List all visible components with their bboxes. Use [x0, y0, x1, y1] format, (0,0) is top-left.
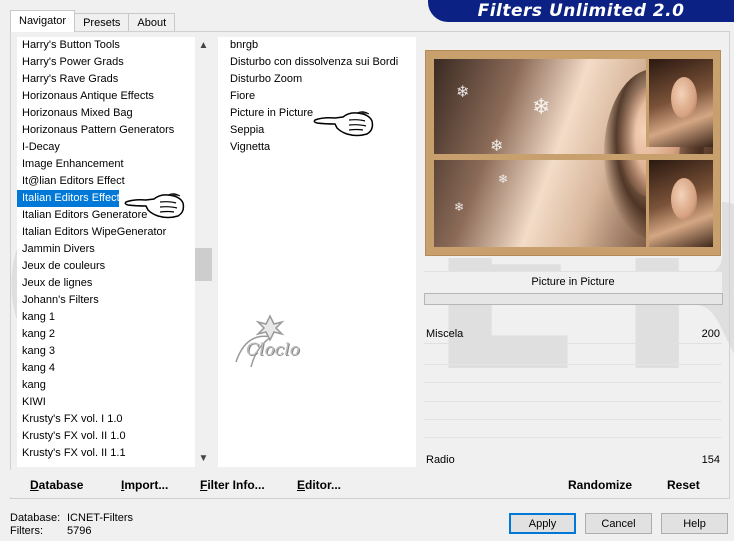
status-info: Database: ICNET-Filters Filters: 5796 — [10, 512, 133, 538]
app-title-banner: Filters Unlimited 2.0 — [428, 0, 734, 22]
category-item[interactable]: Jeux de lignes — [17, 275, 195, 292]
tab-about[interactable]: About — [128, 13, 176, 32]
reset-button[interactable]: Reset — [667, 478, 700, 492]
pointing-hand-icon — [313, 111, 374, 137]
tab-presets[interactable]: Presets — [74, 13, 130, 32]
slider-radio[interactable]: Radio 154 — [424, 450, 722, 470]
category-item[interactable]: Jeux de couleurs — [17, 258, 195, 275]
slider-label: Radio — [426, 454, 455, 466]
category-item[interactable]: It@lian Editors Effect — [17, 173, 195, 190]
parameter-sliders: Miscela 200 Radio 154 — [424, 322, 722, 470]
category-item[interactable]: Italian Editors Effect — [17, 190, 120, 207]
slider-empty — [424, 419, 722, 420]
slider-empty — [424, 437, 722, 438]
filter-item[interactable]: Fiore — [218, 88, 416, 105]
slider-empty — [424, 364, 722, 365]
database-button[interactable]: Database — [30, 478, 83, 492]
category-item[interactable]: Johann's Filters — [17, 292, 195, 309]
filter-list[interactable]: bnrgb Disturbo con dissolvenza sui Bordi D… — [218, 37, 416, 467]
filter-item[interactable]: Disturbo con dissolvenza sui Bordi — [218, 54, 416, 71]
category-item[interactable]: Harry's Button Tools — [17, 37, 195, 54]
slider-label: Miscela — [426, 328, 464, 340]
filter-item[interactable]: Disturbo Zoom — [218, 71, 416, 88]
category-item[interactable]: kang 3 — [17, 343, 195, 360]
cancel-button[interactable]: Cancel — [585, 513, 652, 534]
category-item[interactable]: Italian Editors WipeGenerator — [17, 224, 195, 241]
category-item[interactable]: Harry's Power Grads — [17, 54, 195, 71]
scroll-thumb[interactable] — [195, 248, 212, 281]
slider-value: 154 — [701, 454, 720, 466]
scroll-up-icon[interactable]: ▲ — [195, 37, 212, 54]
import-button[interactable]: Import... — [121, 478, 168, 492]
category-item[interactable]: Krusty's FX vol. II 1.1 — [17, 445, 195, 462]
filters-count: 5796 — [67, 525, 92, 537]
category-item[interactable]: Krusty's FX vol. I 1.0 — [17, 411, 195, 428]
filter-item[interactable]: Vignetta — [218, 139, 416, 156]
filter-name-header: Picture in Picture — [424, 271, 722, 294]
category-item[interactable]: Krusty's FX vol. II 1.0 — [17, 428, 195, 445]
filter-info-button[interactable]: Filter Info... — [200, 478, 265, 492]
tab-bar: Navigator Presets About — [10, 10, 176, 32]
randomize-button[interactable]: Randomize — [568, 478, 632, 492]
slider-empty — [424, 401, 722, 402]
category-scrollbar[interactable]: ▲ ▼ — [195, 37, 212, 467]
preview-progress-bar — [424, 293, 723, 305]
category-item[interactable]: KIWI — [17, 394, 195, 411]
editor-button[interactable]: Editor... — [297, 478, 341, 492]
category-item[interactable]: kang 2 — [17, 326, 195, 343]
database-label: Database: — [10, 512, 61, 524]
category-item[interactable]: I-Decay — [17, 139, 195, 156]
filters-label: Filters: — [10, 525, 43, 537]
category-item[interactable]: kang — [17, 377, 195, 394]
category-item[interactable]: Image Enhancement — [17, 156, 195, 173]
preview-image: ❄ ❄ ❄ ❄ ❄ — [425, 50, 721, 256]
category-item[interactable]: Horizonaus Pattern Generators — [17, 122, 195, 139]
category-item[interactable]: Jammin Divers — [17, 241, 195, 258]
slider-value: 200 — [701, 328, 720, 340]
logo-text: Cloclo — [246, 340, 300, 360]
help-button[interactable]: Help — [661, 513, 728, 534]
filter-item[interactable]: bnrgb — [218, 37, 416, 54]
scroll-down-icon[interactable]: ▼ — [195, 450, 212, 467]
right-button-bar: Randomize Reset — [424, 470, 722, 497]
category-item[interactable]: Horizonaus Mixed Bag — [17, 105, 195, 122]
preview-panel: ❄ ❄ ❄ ❄ ❄ — [424, 48, 722, 258]
left-button-bar: Database Import... Filter Info... Editor… — [10, 470, 416, 497]
category-item[interactable]: kang 4 — [17, 360, 195, 377]
tab-navigator[interactable]: Navigator — [10, 10, 76, 32]
database-value: ICNET-Filters — [67, 512, 133, 524]
slider-miscela[interactable]: Miscela 200 — [424, 324, 722, 344]
category-item[interactable]: Harry's Rave Grads — [17, 71, 195, 88]
pointing-hand-icon — [124, 193, 185, 219]
category-list[interactable]: Harry's Button Tools Harry's Power Grads H… — [17, 37, 195, 467]
apply-button[interactable]: Apply — [509, 513, 576, 534]
category-item[interactable]: kang 1 — [17, 309, 195, 326]
slider-empty — [424, 382, 722, 383]
category-item[interactable]: Horizonaus Antique Effects — [17, 88, 195, 105]
